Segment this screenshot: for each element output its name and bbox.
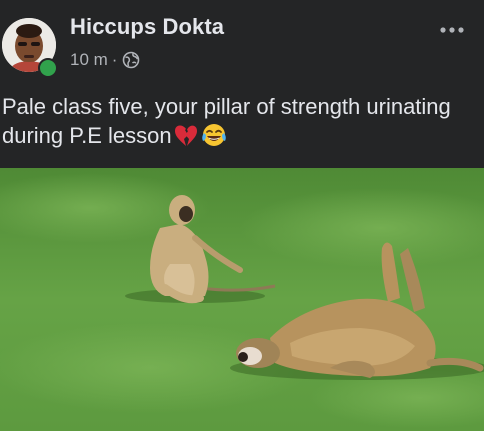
- online-status-indicator: [38, 58, 58, 78]
- post-header: Hiccups Dokta 10 m ·: [0, 0, 484, 90]
- facebook-post: Hiccups Dokta 10 m · Pale class five, yo…: [0, 0, 484, 431]
- author-name[interactable]: Hiccups Dokta: [70, 14, 224, 40]
- tears-of-joy-emoji: [200, 122, 228, 155]
- meta-separator: ·: [111, 50, 118, 69]
- post-meta: 10 m ·: [70, 48, 140, 72]
- post-text: Pale class five, your pillar of strength…: [0, 92, 484, 155]
- more-options-icon[interactable]: [434, 18, 470, 42]
- post-image[interactable]: [0, 168, 484, 431]
- post-timestamp[interactable]: 10 m: [70, 50, 108, 70]
- globe-icon[interactable]: [122, 51, 140, 69]
- broken-heart-emoji: [173, 124, 199, 155]
